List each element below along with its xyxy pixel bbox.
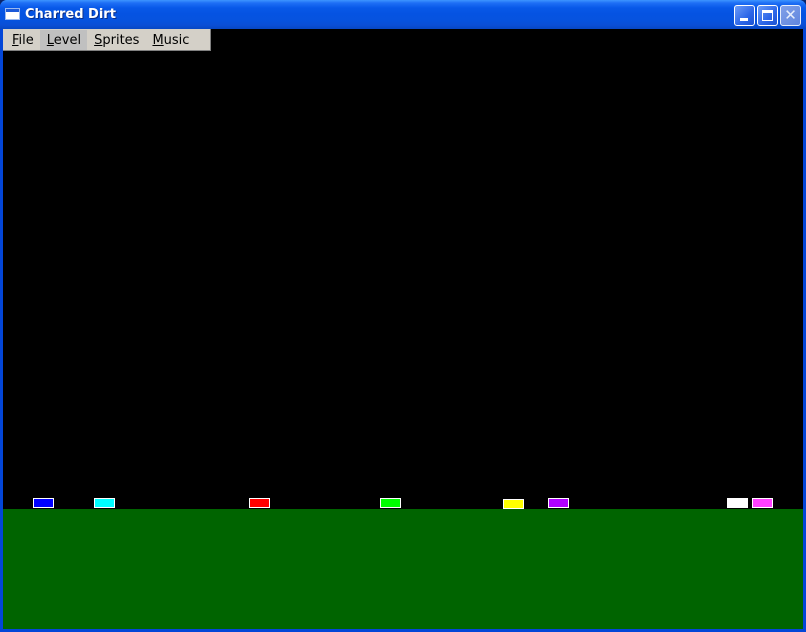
tank-red <box>249 498 270 508</box>
close-button[interactable]: ✕ <box>780 5 801 26</box>
app-window-icon[interactable] <box>5 8 20 20</box>
tank-yellow <box>503 499 524 509</box>
terrain-ground <box>3 509 803 629</box>
tank-blue <box>33 498 54 508</box>
tank-purple <box>548 498 569 508</box>
menu-file[interactable]: File <box>5 30 40 50</box>
minimize-icon <box>740 18 748 21</box>
menu-bar: File Level Sprites Music <box>3 29 211 51</box>
tank-cyan <box>94 498 115 508</box>
maximize-button[interactable] <box>757 5 778 26</box>
tank-green <box>380 498 401 508</box>
game-canvas[interactable]: File Level Sprites Music <box>3 29 803 629</box>
close-icon: ✕ <box>784 6 797 24</box>
menu-music[interactable]: Music <box>145 30 195 50</box>
title-bar[interactable]: Charred Dirt ✕ <box>0 0 806 29</box>
tank-magenta <box>752 498 773 508</box>
menu-sprites[interactable]: Sprites <box>87 30 145 50</box>
menu-level[interactable]: Level <box>39 29 88 50</box>
minimize-button[interactable] <box>734 5 755 26</box>
app-window: Charred Dirt ✕ File Level Sprites Music <box>0 0 806 632</box>
tank-white <box>727 498 748 508</box>
maximize-icon <box>762 10 773 21</box>
window-title: Charred Dirt <box>25 7 116 22</box>
